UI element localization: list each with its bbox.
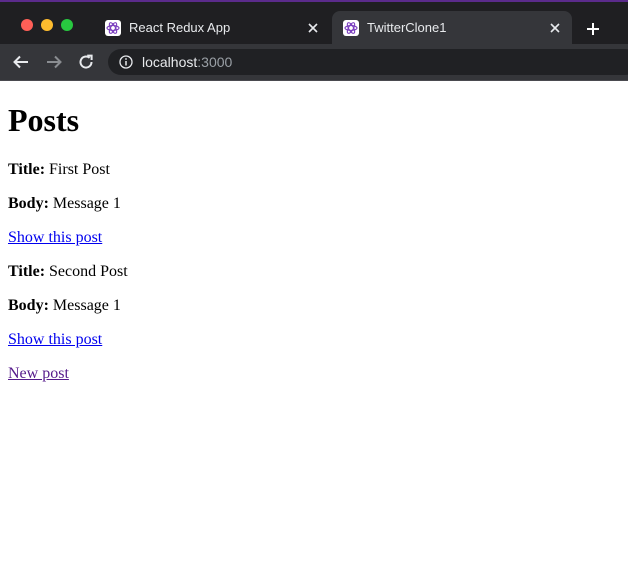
tab-strip: React Redux App TwitterClone1 [0,2,628,46]
page-content: Posts Title: First Post Body: Message 1 … [0,81,628,584]
post-body-line: Body: Message 1 [8,296,121,316]
url-host: localhost [142,54,198,70]
close-window-button[interactable] [21,19,33,31]
tab-react-redux-app[interactable]: React Redux App [94,11,330,46]
post-title-label: Title: [8,263,46,280]
post-body-value: Message 1 [52,195,121,212]
post-title-label: Title: [8,161,46,178]
minimize-window-button[interactable] [41,19,53,31]
post-title-value: First Post [49,161,110,178]
new-post-line: New post [8,364,69,384]
tab-twitterclone1[interactable]: TwitterClone1 [332,11,572,46]
close-tab-icon[interactable] [546,19,564,37]
maximize-window-button[interactable] [61,19,73,31]
site-info-icon[interactable] [119,55,133,69]
tab-title: TwitterClone1 [367,20,447,35]
post-body-line: Body: Message 1 [8,194,121,214]
react-favicon-icon [105,20,121,36]
post-body-label: Body: [8,195,49,212]
url-port: :3000 [197,54,233,70]
reload-icon[interactable] [77,53,95,71]
new-tab-plus-icon[interactable] [584,20,602,38]
post-body-value: Message 1 [52,297,121,314]
show-post-line: Show this post [8,228,102,248]
close-tab-icon[interactable] [304,19,322,37]
forward-arrow-icon[interactable] [45,53,63,71]
post-body-label: Body: [8,297,49,314]
page-title: Posts [8,102,80,138]
post-title-value: Second Post [49,263,128,280]
react-favicon-icon [343,20,359,36]
post-title-line: Title: First Post [8,160,110,180]
new-post-link[interactable]: New post [8,365,69,382]
tab-title: React Redux App [129,20,231,35]
show-post-line: Show this post [8,330,102,350]
show-post-link[interactable]: Show this post [8,229,102,246]
url-text: localhost:3000 [142,54,232,70]
back-arrow-icon[interactable] [12,53,30,71]
browser-chrome: React Redux App TwitterClone1 localhost:… [0,0,628,81]
address-bar[interactable]: localhost:3000 [108,49,628,75]
browser-toolbar: localhost:3000 [0,44,628,80]
show-post-link[interactable]: Show this post [8,331,102,348]
post-title-line: Title: Second Post [8,262,128,282]
